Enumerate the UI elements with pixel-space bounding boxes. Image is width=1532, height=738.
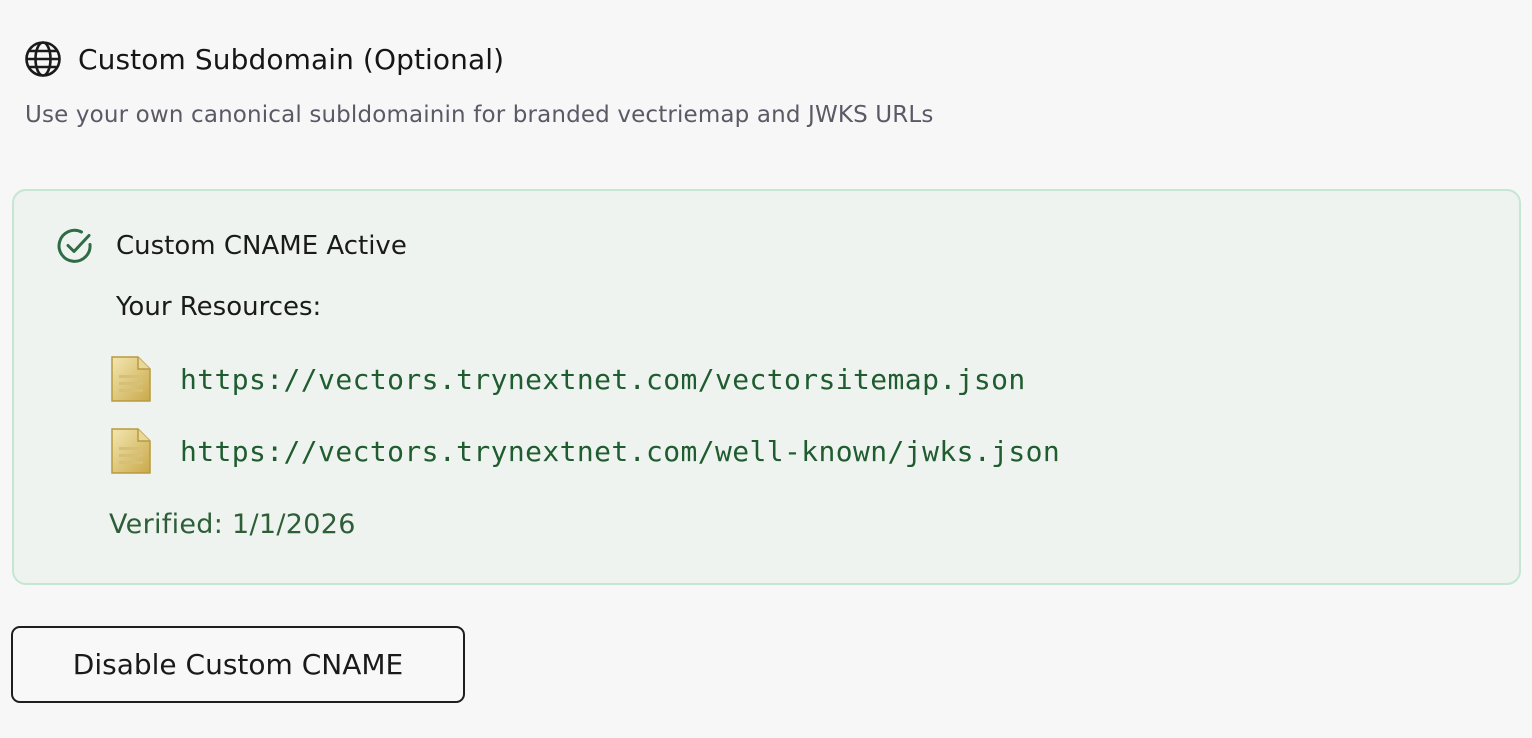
section-description: Use your own canonical subldomainin for … <box>25 102 934 128</box>
resources-label: Your Resources: <box>116 292 322 322</box>
resource-item: https://vectors.trynextnet.com/well-know… <box>110 427 1060 475</box>
cname-status-card: Custom CNAME Active Your Resources: http… <box>12 189 1521 585</box>
section-header: Custom Subdomain (Optional) <box>24 40 504 78</box>
verified-date: Verified: 1/1/2026 <box>109 509 356 540</box>
resource-item: https://vectors.trynextnet.com/vectorsit… <box>110 355 1026 403</box>
globe-icon <box>24 40 62 78</box>
check-circle-icon <box>56 227 94 265</box>
status-title: Custom CNAME Active <box>116 231 407 261</box>
disable-cname-button[interactable]: Disable Custom CNAME <box>11 626 465 703</box>
document-icon <box>110 355 152 403</box>
resource-link[interactable]: https://vectors.trynextnet.com/well-know… <box>180 435 1060 468</box>
section-title: Custom Subdomain (Optional) <box>78 42 505 76</box>
status-row: Custom CNAME Active <box>56 227 407 265</box>
document-icon <box>110 427 152 475</box>
resource-link[interactable]: https://vectors.trynextnet.com/vectorsit… <box>180 363 1026 396</box>
